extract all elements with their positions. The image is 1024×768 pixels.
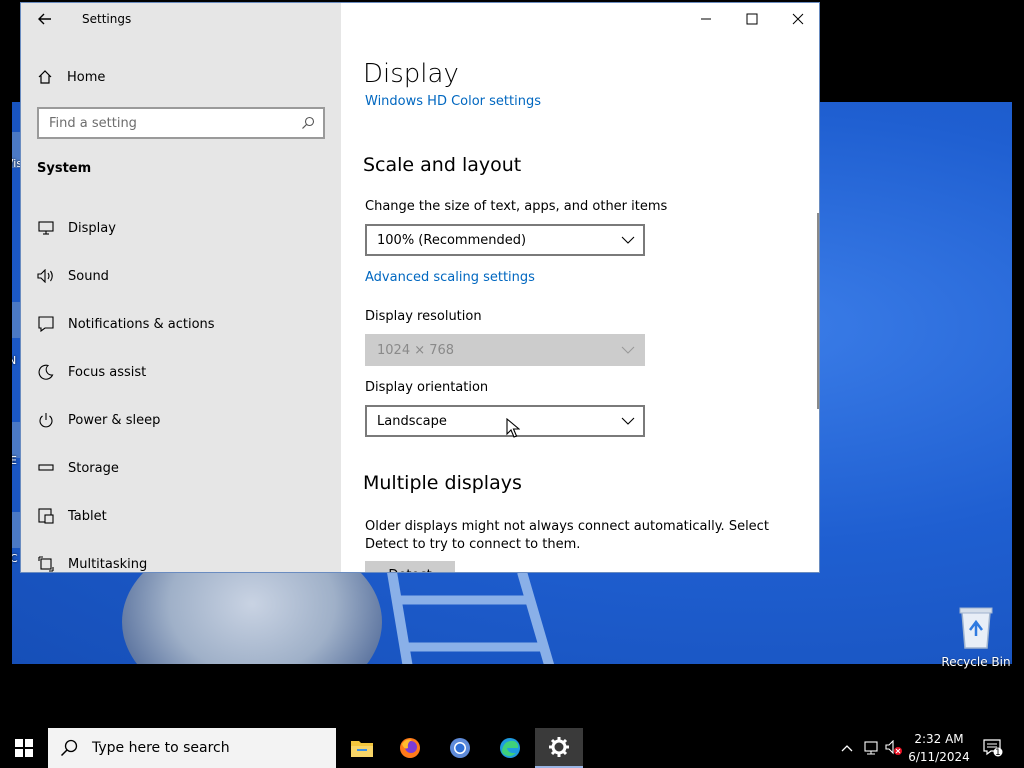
sidebar-item-label: Power & sleep (68, 412, 161, 428)
settings-gear-icon (549, 737, 569, 757)
sidebar-home[interactable]: Home (37, 65, 105, 89)
settings-window: Settings Home Find a setting System Disp… (20, 2, 820, 573)
speaker-icon (37, 267, 55, 285)
search-icon (302, 116, 315, 129)
home-icon (38, 70, 52, 84)
taskbar-search-placeholder: Type here to search (92, 740, 230, 756)
windows-logo-icon (15, 739, 33, 757)
recycle-bin[interactable]: Recycle Bin (940, 600, 1012, 669)
section-title: System (37, 161, 92, 176)
multiple-displays-heading: Multiple displays (363, 472, 522, 494)
taskbar-clock[interactable]: 2:32 AM 6/11/2024 (904, 730, 974, 766)
sidebar-item-label: Storage (68, 460, 119, 476)
volume-button[interactable] (883, 728, 905, 768)
maximize-icon (746, 13, 758, 25)
taskbar-firefox[interactable] (386, 728, 434, 768)
monitor-icon (37, 219, 55, 237)
network-button[interactable] (860, 728, 882, 768)
search-icon (60, 739, 78, 757)
scale-value: 100% (Recommended) (377, 232, 527, 248)
mouse-cursor-icon (506, 418, 520, 438)
taskbar-settings[interactable] (535, 728, 583, 768)
multiple-displays-text: Older displays might not always connect … (365, 519, 769, 552)
multitasking-icon (37, 555, 55, 572)
sidebar-item-notifications[interactable]: Notifications & actions (21, 300, 341, 348)
edge-icon (500, 738, 520, 758)
sidebar-item-label: Display (68, 220, 116, 236)
taskbar: Type here to search 2:32 AM 6/11/2024 1 (0, 728, 1024, 768)
sidebar-item-label: Focus assist (68, 364, 147, 380)
sidebar-item-label: Sound (68, 268, 109, 284)
chrome-icon (450, 738, 470, 758)
recycle-bin-icon (959, 607, 993, 649)
settings-content: Display Windows HD Color settings Scale … (341, 3, 819, 572)
sidebar-item-tablet[interactable]: Tablet (21, 492, 341, 540)
scale-dropdown[interactable]: 100% (Recommended) (365, 224, 645, 256)
orientation-dropdown[interactable]: Landscape (365, 405, 645, 437)
screen: Vis N E C Recycle Bin Settings Home (0, 0, 1024, 768)
sidebar-home-label: Home (67, 69, 106, 85)
recycle-bin-label: Recycle Bin (941, 655, 1011, 669)
sidebar-item-display[interactable]: Display (21, 204, 341, 252)
taskbar-edge[interactable] (486, 728, 534, 768)
file-explorer-icon (351, 741, 373, 757)
settings-sidebar: Settings Home Find a setting System Disp… (21, 3, 341, 572)
sidebar-item-label: Tablet (68, 508, 107, 524)
detect-button[interactable]: Detect (365, 561, 455, 572)
action-center-button[interactable]: 1 (980, 728, 1006, 768)
scale-heading: Scale and layout (363, 154, 522, 176)
wallpaper-ladder (387, 572, 555, 664)
clock-date: 6/11/2024 (908, 750, 970, 764)
taskbar-file-explorer[interactable] (338, 728, 386, 768)
resolution-dropdown: 1024 × 768 (365, 334, 645, 366)
sidebar-item-label: Notifications & actions (68, 316, 215, 332)
notification-icon (37, 315, 55, 333)
network-icon (864, 741, 878, 755)
minimize-button[interactable] (683, 3, 729, 35)
start-button[interactable] (0, 728, 48, 768)
advanced-scaling-link[interactable]: Advanced scaling settings (365, 270, 535, 285)
firefox-icon (400, 738, 420, 758)
chevron-down-icon (621, 417, 635, 425)
maximize-button[interactable] (729, 3, 775, 35)
power-icon (37, 411, 55, 429)
sidebar-item-storage[interactable]: Storage (21, 444, 341, 492)
resolution-label: Display resolution (365, 309, 482, 324)
chevron-down-icon (621, 346, 635, 354)
moon-icon (37, 363, 55, 381)
search-placeholder: Find a setting (49, 115, 137, 131)
page-title: Display (363, 59, 459, 89)
sidebar-item-multitasking[interactable]: Multitasking (21, 540, 341, 572)
taskbar-search-box[interactable]: Type here to search (48, 728, 336, 768)
notification-count: 1 (995, 748, 1001, 758)
storage-icon (37, 459, 55, 477)
clock-time: 2:32 AM (914, 732, 964, 746)
close-icon (792, 13, 804, 25)
chevron-down-icon (621, 236, 635, 244)
tablet-icon (37, 507, 55, 525)
volume-muted-icon (885, 740, 902, 755)
hd-color-link[interactable]: Windows HD Color settings (365, 94, 541, 109)
show-hidden-icons-button[interactable] (836, 728, 858, 768)
back-arrow-icon[interactable] (35, 9, 55, 29)
scale-label: Change the size of text, apps, and other… (365, 199, 668, 214)
sidebar-item-power-sleep[interactable]: Power & sleep (21, 396, 341, 444)
resolution-value: 1024 × 768 (377, 342, 455, 358)
chevron-up-icon (841, 745, 853, 752)
sidebar-item-label: Multitasking (68, 556, 148, 572)
orientation-label: Display orientation (365, 380, 489, 395)
minimize-icon (701, 18, 711, 20)
sidebar-item-focus-assist[interactable]: Focus assist (21, 348, 341, 396)
settings-search-input[interactable]: Find a setting (37, 107, 325, 139)
orientation-value: Landscape (377, 413, 447, 429)
window-title: Settings (82, 12, 132, 26)
taskbar-chrome[interactable] (436, 728, 484, 768)
scrollbar[interactable] (817, 213, 819, 409)
sidebar-item-sound[interactable]: Sound (21, 252, 341, 300)
close-button[interactable] (775, 3, 819, 35)
